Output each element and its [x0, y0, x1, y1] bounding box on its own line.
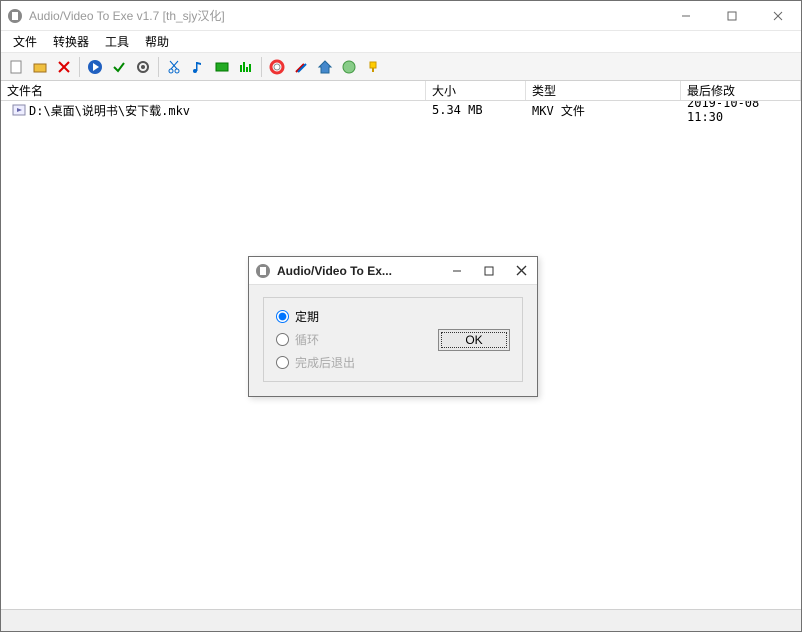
toolbar: [1, 53, 801, 81]
ok-button[interactable]: OK: [438, 329, 510, 351]
separator-icon: [261, 57, 262, 77]
menu-file[interactable]: 文件: [5, 31, 45, 52]
music-icon[interactable]: [187, 56, 209, 78]
lifebuoy-icon[interactable]: [266, 56, 288, 78]
dialog-minimize-button[interactable]: [441, 258, 473, 284]
file-modified: 2019-10-08 11:30: [681, 101, 801, 124]
dialog-close-button[interactable]: [505, 258, 537, 284]
menu-help[interactable]: 帮助: [137, 31, 177, 52]
separator-icon: [79, 57, 80, 77]
check-icon[interactable]: [108, 56, 130, 78]
trophy-icon[interactable]: [362, 56, 384, 78]
table-row[interactable]: D:\桌面\说明书\安下载.mkv 5.34 MB MKV 文件 2019-10…: [1, 101, 801, 119]
radio-periodic[interactable]: 定期: [276, 308, 430, 325]
column-modified[interactable]: 最后修改: [681, 81, 801, 100]
dialog-body: 定期 循环 完成后退出 OK: [249, 285, 537, 396]
play-icon[interactable]: [84, 56, 106, 78]
dialog-titlebar: Audio/Video To Ex...: [249, 257, 537, 285]
radio-group: 定期 循环 完成后退出: [276, 308, 430, 371]
statusbar: [1, 609, 801, 631]
menu-converter[interactable]: 转换器: [45, 31, 97, 52]
radio-loop-label: 循环: [295, 331, 319, 348]
gear-icon[interactable]: [132, 56, 154, 78]
ok-button-label: OK: [441, 332, 507, 348]
window-controls: [663, 1, 801, 31]
video-icon[interactable]: [211, 56, 233, 78]
wrench-icon[interactable]: [290, 56, 312, 78]
cut-icon[interactable]: [163, 56, 185, 78]
radio-periodic-input[interactable]: [276, 310, 289, 323]
menu-tools[interactable]: 工具: [97, 31, 137, 52]
dialog-maximize-button[interactable]: [473, 258, 505, 284]
app-icon: [7, 8, 23, 24]
app-icon: [255, 263, 271, 279]
radio-exit-after-input[interactable]: [276, 356, 289, 369]
file-icon: [12, 103, 26, 117]
radio-exit-after-label: 完成后退出: [295, 354, 355, 371]
window-title: Audio/Video To Exe v1.7 [th_sjy汉化]: [29, 7, 663, 24]
menubar: 文件 转换器 工具 帮助: [1, 31, 801, 53]
maximize-button[interactable]: [709, 1, 755, 31]
radio-periodic-label: 定期: [295, 308, 319, 325]
equalizer-icon[interactable]: [235, 56, 257, 78]
list-header: 文件名 大小 类型 最后修改: [1, 81, 801, 101]
options-dialog: Audio/Video To Ex... 定期 循环 完成后退出: [248, 256, 538, 397]
file-size: 5.34 MB: [426, 103, 526, 117]
column-name[interactable]: 文件名: [1, 81, 426, 100]
delete-icon[interactable]: [53, 56, 75, 78]
new-icon[interactable]: [5, 56, 27, 78]
radio-exit-after[interactable]: 完成后退出: [276, 354, 430, 371]
radio-loop-input[interactable]: [276, 333, 289, 346]
dialog-title: Audio/Video To Ex...: [277, 264, 441, 278]
column-type[interactable]: 类型: [526, 81, 681, 100]
open-icon[interactable]: [29, 56, 51, 78]
radio-loop[interactable]: 循环: [276, 331, 430, 348]
options-group: 定期 循环 完成后退出 OK: [263, 297, 523, 382]
home-icon[interactable]: [314, 56, 336, 78]
separator-icon: [158, 57, 159, 77]
file-name: D:\桌面\说明书\安下载.mkv: [29, 102, 190, 119]
close-button[interactable]: [755, 1, 801, 31]
minimize-button[interactable]: [663, 1, 709, 31]
globe-icon[interactable]: [338, 56, 360, 78]
column-size[interactable]: 大小: [426, 81, 526, 100]
titlebar: Audio/Video To Exe v1.7 [th_sjy汉化]: [1, 1, 801, 31]
file-type: MKV 文件: [526, 102, 681, 119]
